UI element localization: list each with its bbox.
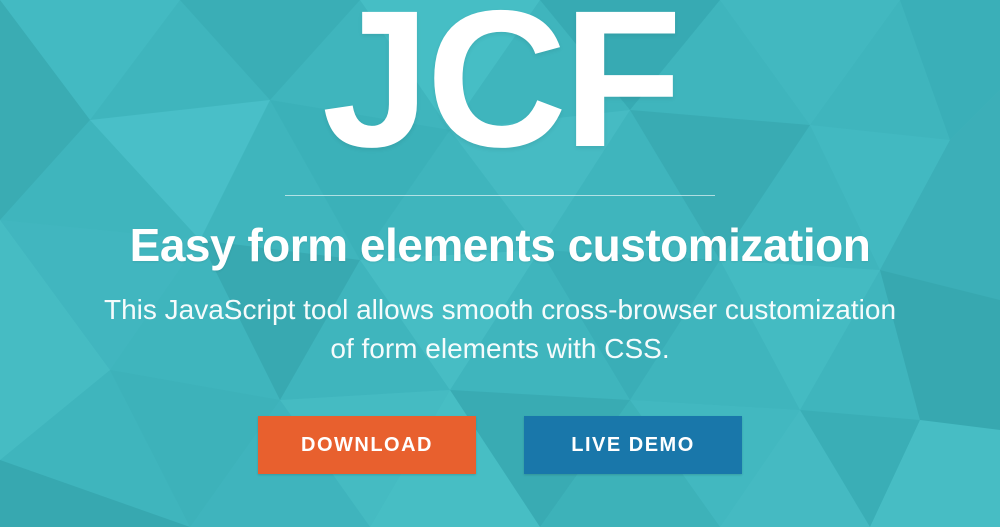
tagline-text: Easy form elements customization: [130, 218, 871, 272]
hero-section: JCF Easy form elements customization Thi…: [0, 0, 1000, 527]
button-row: DOWNLOAD LIVE DEMO: [258, 416, 742, 474]
divider-line: [285, 195, 715, 196]
download-button[interactable]: DOWNLOAD: [258, 416, 476, 474]
description-text: This JavaScript tool allows smooth cross…: [90, 290, 910, 368]
live-demo-button[interactable]: LIVE DEMO: [524, 416, 742, 474]
logo-text: JCF: [322, 0, 678, 177]
